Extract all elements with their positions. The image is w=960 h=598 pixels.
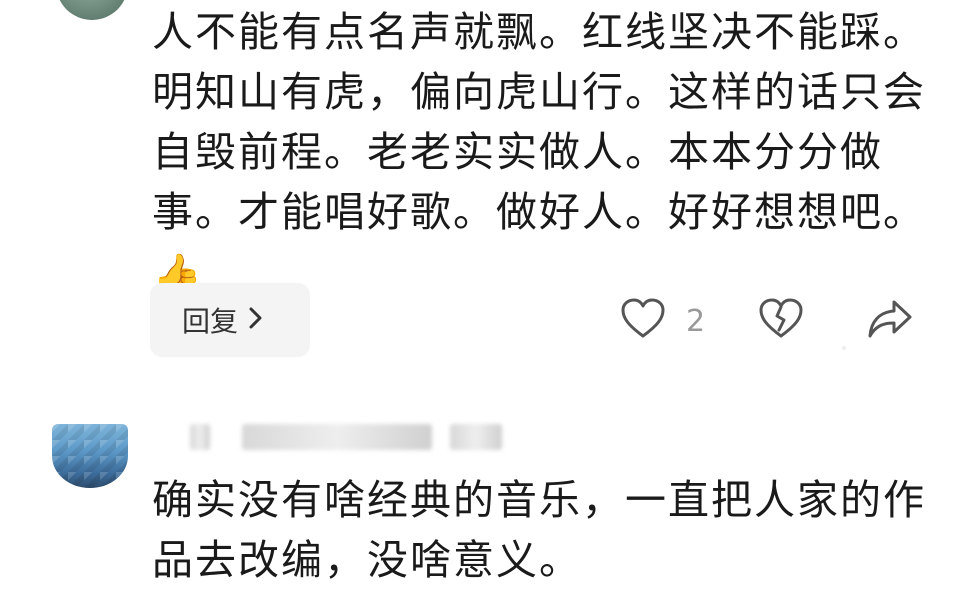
comment-body: 人不能有点名声就飘。红线坚决不能踩。明知山有虎，偏向虎山行。这样的话只会自毁前程… [152, 8, 926, 236]
comment-body: 确实没有啥经典的音乐，一直把人家的作品去改编，没啥意义。 [152, 476, 926, 584]
comment-text: 确实没有啥经典的音乐，一直把人家的作品去改编，没啥意义。 [152, 470, 932, 590]
dislike-button[interactable] [758, 298, 804, 344]
blurred-username [190, 424, 210, 450]
blurred-timestamp [242, 424, 432, 450]
blurred-location [450, 424, 502, 450]
share-button[interactable] [866, 298, 914, 344]
reply-button[interactable]: 回复 [150, 283, 310, 357]
like-button[interactable]: 2 [620, 298, 705, 344]
reply-label: 回复 [182, 305, 239, 338]
like-count: 2 [686, 303, 706, 339]
commenter-avatar[interactable] [56, 0, 128, 20]
comment-text: 人不能有点名声就飘。红线坚决不能踩。明知山有虎，偏向虎山行。这样的话只会自毁前程… [152, 2, 932, 305]
share-arrow-icon [866, 298, 914, 344]
heart-outline-icon [620, 298, 666, 344]
broken-heart-icon [758, 298, 804, 344]
chevron-right-icon [248, 304, 264, 337]
divider [842, 346, 846, 350]
commenter-avatar[interactable] [52, 424, 128, 488]
